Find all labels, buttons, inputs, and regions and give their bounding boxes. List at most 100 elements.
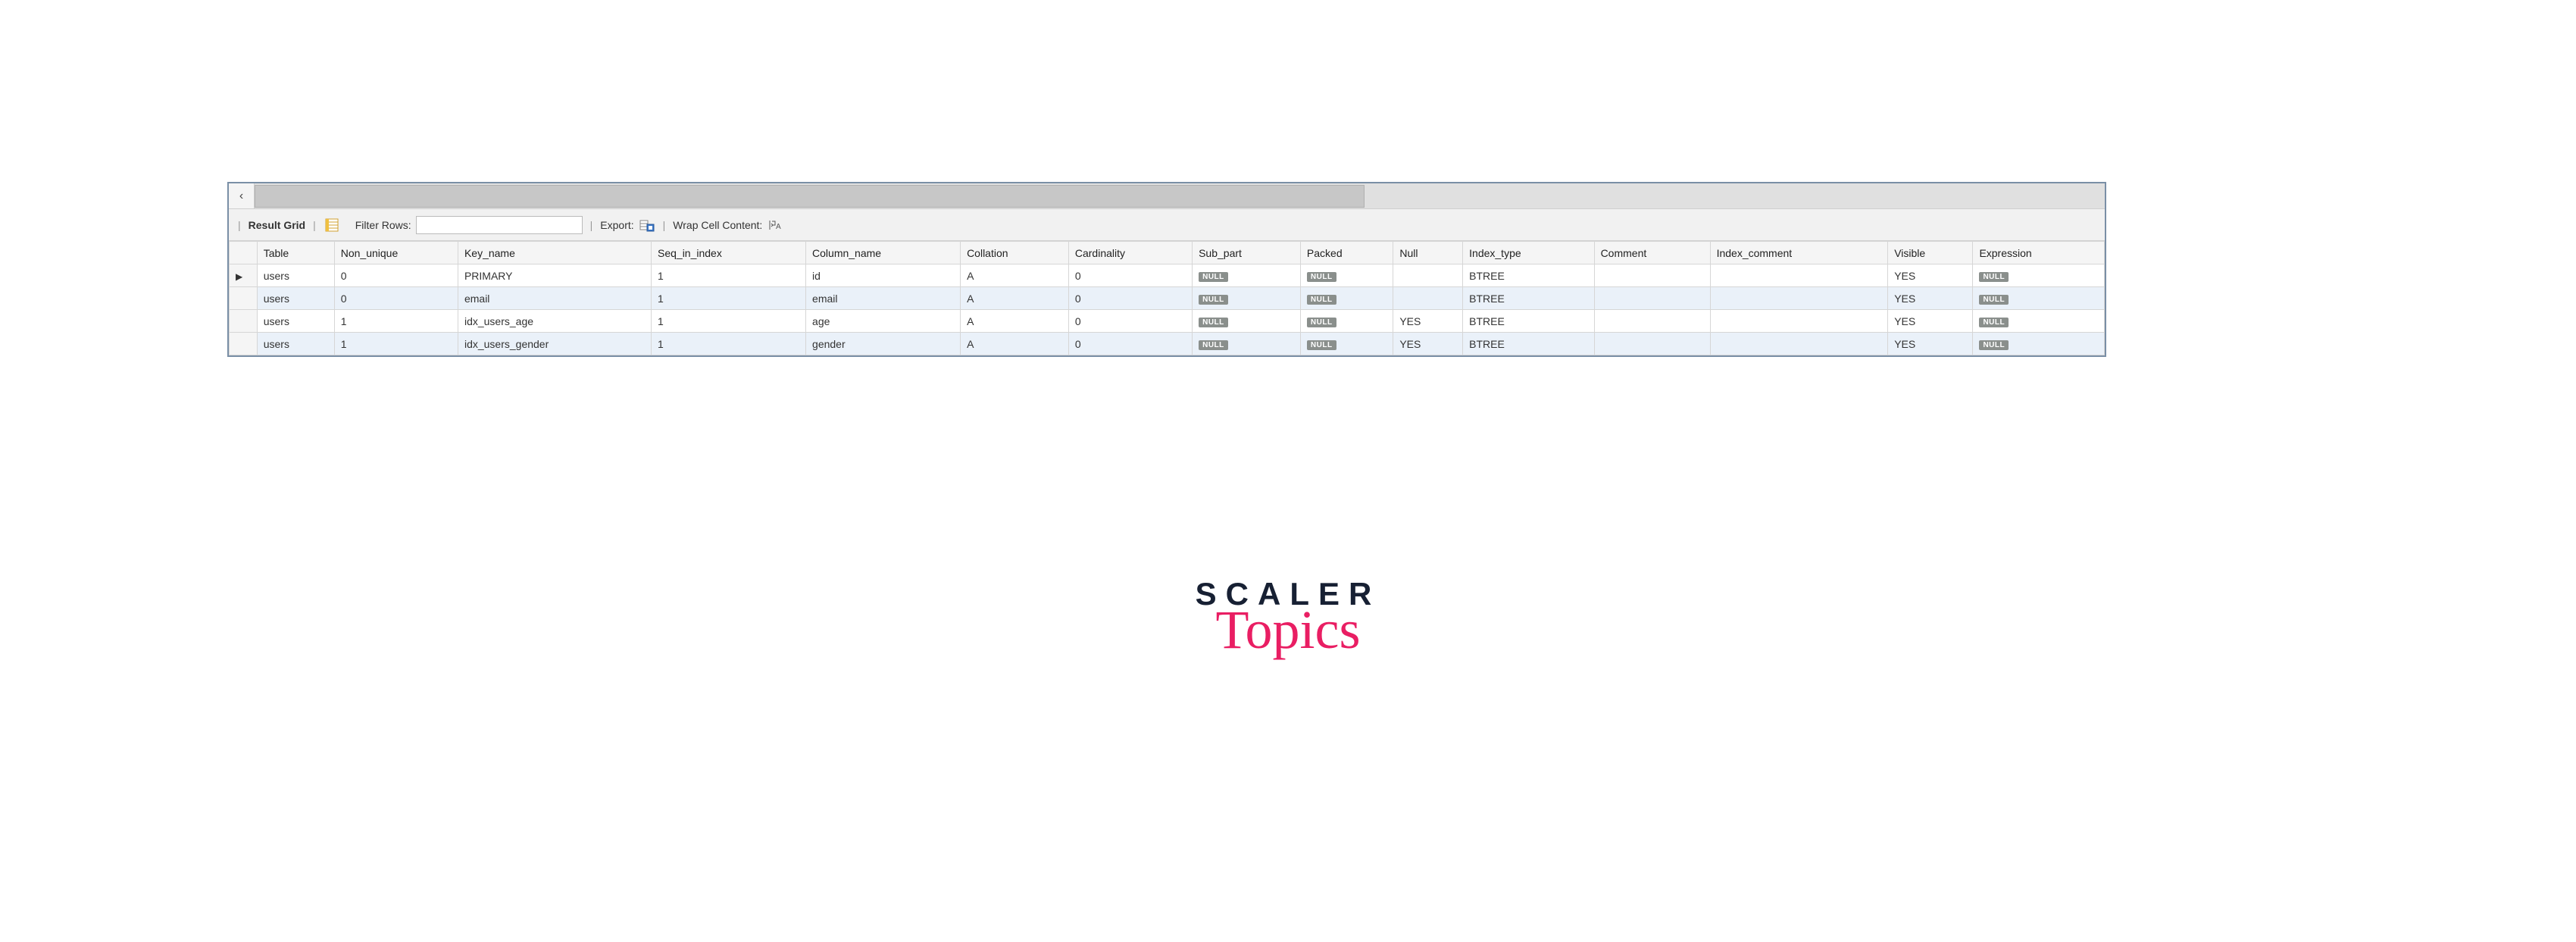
horizontal-scrollbar[interactable]: ‹ [229,183,2105,209]
cell-column-name[interactable]: email [806,287,961,310]
col-sub-part[interactable]: Sub_part [1193,242,1301,264]
cell-non-unique[interactable]: 0 [334,264,458,287]
cell-seq-in-index[interactable]: 1 [652,287,806,310]
cell-non-unique[interactable]: 1 [334,333,458,355]
cell-seq-in-index[interactable]: 1 [652,264,806,287]
cell-key-name[interactable]: idx_users_age [458,310,651,333]
cell-cardinality[interactable]: 0 [1068,264,1192,287]
cell-index-type[interactable]: BTREE [1463,333,1594,355]
col-non-unique[interactable]: Non_unique [334,242,458,264]
cell-comment[interactable] [1594,333,1710,355]
cell-column-name[interactable]: age [806,310,961,333]
col-comment[interactable]: Comment [1594,242,1710,264]
cell-column-name[interactable]: id [806,264,961,287]
toolbar-separator: | [660,219,669,231]
cell-expression[interactable]: NULL [1973,310,2105,333]
cell-expression[interactable]: NULL [1973,264,2105,287]
result-panel: ‹ | Result Grid | Filter Rows: | Export: [227,182,2106,357]
wrap-cell-icon[interactable]: A [767,217,783,233]
col-null[interactable]: Null [1393,242,1463,264]
filter-rows-input[interactable] [416,216,583,234]
cell-visible[interactable]: YES [1888,310,1973,333]
col-packed[interactable]: Packed [1300,242,1393,264]
col-collation[interactable]: Collation [961,242,1069,264]
cell-sub-part[interactable]: NULL [1193,333,1301,355]
cell-collation[interactable]: A [961,333,1069,355]
cell-visible[interactable]: YES [1888,287,1973,310]
cell-packed[interactable]: NULL [1300,264,1393,287]
cell-null[interactable] [1393,287,1463,310]
cell-comment[interactable] [1594,310,1710,333]
export-icon[interactable] [639,217,655,233]
cell-collation[interactable]: A [961,264,1069,287]
table-row[interactable]: users1idx_users_age1ageA0NULLNULLYESBTRE… [230,310,2105,333]
cell-expression[interactable]: NULL [1973,287,2105,310]
cell-index-comment[interactable] [1710,333,1888,355]
cell-visible[interactable]: YES [1888,264,1973,287]
cell-table[interactable]: users [257,264,334,287]
cell-packed[interactable]: NULL [1300,287,1393,310]
null-badge: NULL [1979,272,2009,282]
row-marker[interactable] [230,287,258,310]
row-marker[interactable] [230,310,258,333]
cell-key-name[interactable]: idx_users_gender [458,333,651,355]
cell-comment[interactable] [1594,287,1710,310]
cell-null[interactable]: YES [1393,333,1463,355]
cell-non-unique[interactable]: 0 [334,287,458,310]
grid-view-icon[interactable] [324,217,340,233]
cell-null[interactable]: YES [1393,310,1463,333]
svg-text:A: A [776,223,781,231]
row-marker[interactable] [230,333,258,355]
col-column-name[interactable]: Column_name [806,242,961,264]
null-badge: NULL [1979,340,2009,350]
cell-table[interactable]: users [257,333,334,355]
cell-index-type[interactable]: BTREE [1463,264,1594,287]
cell-sub-part[interactable]: NULL [1193,310,1301,333]
col-table[interactable]: Table [257,242,334,264]
cell-expression[interactable]: NULL [1973,333,2105,355]
cell-key-name[interactable]: email [458,287,651,310]
cell-seq-in-index[interactable]: 1 [652,333,806,355]
col-key-name[interactable]: Key_name [458,242,651,264]
cell-non-unique[interactable]: 1 [334,310,458,333]
cell-visible[interactable]: YES [1888,333,1973,355]
col-expression[interactable]: Expression [1973,242,2105,264]
cell-index-comment[interactable] [1710,287,1888,310]
scroll-thumb[interactable] [255,185,1365,208]
result-grid-label: Result Grid [249,219,305,231]
row-marker[interactable]: ▶ [230,264,258,287]
cell-null[interactable] [1393,264,1463,287]
cell-packed[interactable]: NULL [1300,310,1393,333]
cell-table[interactable]: users [257,287,334,310]
toolbar-separator: | [587,219,596,231]
cell-index-comment[interactable] [1710,310,1888,333]
col-seq-in-index[interactable]: Seq_in_index [652,242,806,264]
filter-rows-label: Filter Rows: [355,219,411,231]
wrap-cell-label: Wrap Cell Content: [673,219,762,231]
col-cardinality[interactable]: Cardinality [1068,242,1192,264]
cell-index-type[interactable]: BTREE [1463,310,1594,333]
cell-seq-in-index[interactable]: 1 [652,310,806,333]
cell-table[interactable]: users [257,310,334,333]
cell-key-name[interactable]: PRIMARY [458,264,651,287]
cell-collation[interactable]: A [961,287,1069,310]
cell-sub-part[interactable]: NULL [1193,287,1301,310]
cell-index-comment[interactable] [1710,264,1888,287]
cell-sub-part[interactable]: NULL [1193,264,1301,287]
cell-packed[interactable]: NULL [1300,333,1393,355]
col-index-comment[interactable]: Index_comment [1710,242,1888,264]
scroll-track[interactable] [255,183,2105,208]
cell-collation[interactable]: A [961,310,1069,333]
cell-cardinality[interactable]: 0 [1068,287,1192,310]
cell-column-name[interactable]: gender [806,333,961,355]
cell-comment[interactable] [1594,264,1710,287]
scroll-left-arrow-icon[interactable]: ‹ [229,183,255,208]
col-visible[interactable]: Visible [1888,242,1973,264]
cell-index-type[interactable]: BTREE [1463,287,1594,310]
col-index-type[interactable]: Index_type [1463,242,1594,264]
table-row[interactable]: users0email1emailA0NULLNULLBTREEYESNULL [230,287,2105,310]
table-row[interactable]: users1idx_users_gender1genderA0NULLNULLY… [230,333,2105,355]
cell-cardinality[interactable]: 0 [1068,310,1192,333]
cell-cardinality[interactable]: 0 [1068,333,1192,355]
table-row[interactable]: ▶users0PRIMARY1idA0NULLNULLBTREEYESNULL [230,264,2105,287]
